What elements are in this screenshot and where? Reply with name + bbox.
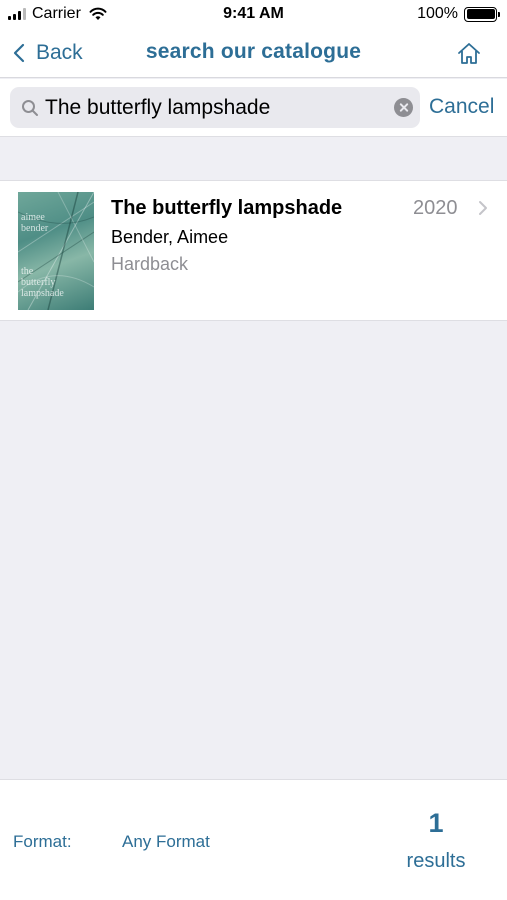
book-author: Bender, Aimee [111, 227, 229, 247]
screen: Carrier 9:41 AM 100% Back search our cat… [0, 0, 507, 900]
list-item[interactable]: aimee bender the butterfly lampshade The… [0, 180, 507, 321]
format-filter-button[interactable]: Any Format [122, 832, 210, 852]
cover-title-line3: lampshade [21, 288, 64, 299]
page-title: search our catalogue [145, 40, 362, 63]
book-title: The butterfly lampshade [111, 197, 343, 219]
battery-percent: 100% [417, 5, 458, 22]
status-bar: Carrier 9:41 AM 100% [0, 0, 507, 30]
search-bar: Cancel [0, 79, 507, 137]
cancel-button[interactable]: Cancel [429, 95, 494, 119]
format-label: Format: [13, 832, 72, 851]
search-input[interactable] [45, 92, 385, 123]
footer-bar: Format: Any Format 1 results [0, 779, 507, 900]
book-format: Hardback [111, 254, 189, 274]
home-icon[interactable] [455, 40, 483, 68]
chevron-right-icon [479, 201, 487, 215]
clear-search-icon[interactable] [394, 98, 413, 117]
navigation-bar: Back search our catalogue [0, 30, 507, 78]
results-label: results [406, 850, 466, 872]
status-right: 100% [417, 5, 500, 23]
search-icon [22, 100, 38, 116]
cover-title-line1: the [21, 266, 34, 277]
book-year: 2020 [413, 197, 458, 219]
section-header [0, 137, 507, 180]
battery-icon [464, 6, 500, 22]
cover-title-line2: butterfly [21, 277, 56, 288]
cover-author-line2: bender [21, 223, 49, 234]
results-count: 1 [428, 808, 444, 838]
search-field[interactable] [10, 87, 420, 128]
cover-author-line1: aimee [21, 212, 45, 223]
book-cover-image: aimee bender the butterfly lampshade [18, 192, 94, 310]
